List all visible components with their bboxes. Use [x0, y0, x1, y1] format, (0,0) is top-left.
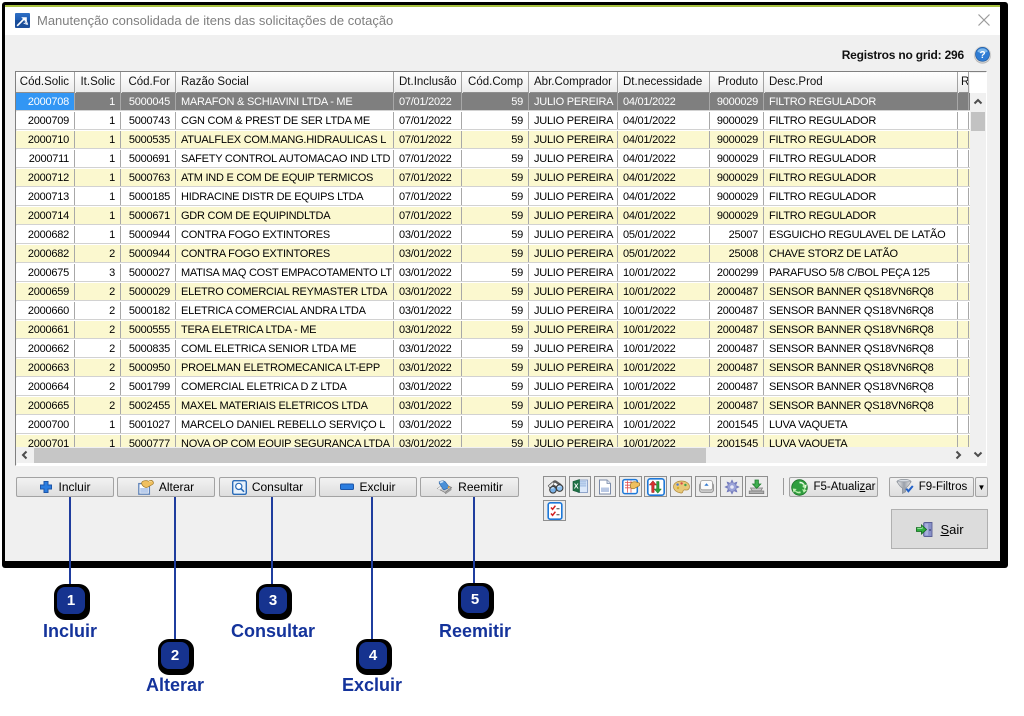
svg-text:?: ? [979, 50, 985, 61]
svg-text:X: X [573, 484, 578, 491]
